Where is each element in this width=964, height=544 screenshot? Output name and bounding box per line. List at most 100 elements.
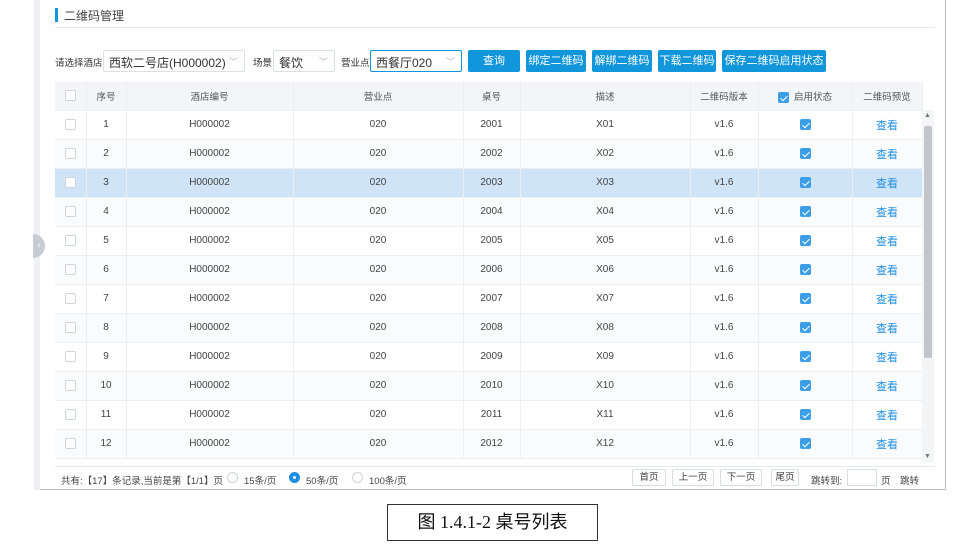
enabled-checkbox[interactable] [799, 379, 811, 391]
table-row[interactable]: 5 H000002 020 2005 X05 v1.6 查看 [55, 226, 923, 256]
jump-page-input[interactable] [847, 469, 877, 486]
status-cell[interactable] [758, 342, 853, 372]
table-row[interactable]: 3 H000002 020 2003 X03 v1.6 查看 [55, 168, 923, 198]
table-row[interactable]: 7 H000002 020 2007 X07 v1.6 查看 [55, 284, 923, 314]
row-select-cell[interactable] [55, 139, 87, 169]
page-size-radio-selected[interactable] [289, 472, 300, 483]
select-all-cell[interactable] [55, 82, 87, 111]
view-qrcode-link[interactable]: 查看 [876, 294, 898, 306]
status-cell[interactable] [758, 110, 853, 140]
page-size-option[interactable]: 100条/页 [369, 473, 407, 487]
table-row[interactable]: 11 H000002 020 2011 X11 v1.6 查看 [55, 400, 923, 430]
download-qrcode-button[interactable]: 下载二维码 [658, 50, 716, 72]
row-checkbox[interactable] [64, 205, 76, 217]
row-select-cell[interactable] [55, 284, 87, 314]
prev-page-button[interactable]: 上一页 [672, 469, 714, 486]
hotel-select[interactable]: 西软二号店(H000002) ﹀ [103, 50, 245, 72]
row-checkbox[interactable] [64, 321, 76, 333]
view-qrcode-link[interactable]: 查看 [876, 381, 898, 393]
enabled-checkbox[interactable] [799, 205, 811, 217]
row-checkbox[interactable] [64, 118, 76, 130]
table-row[interactable]: 8 H000002 020 2008 X08 v1.6 查看 [55, 313, 923, 343]
table-row[interactable]: 2 H000002 020 2002 X02 v1.6 查看 [55, 139, 923, 169]
row-select-cell[interactable] [55, 255, 87, 285]
row-checkbox[interactable] [64, 147, 76, 159]
enabled-checkbox[interactable] [799, 321, 811, 333]
row-select-cell[interactable] [55, 226, 87, 256]
status-cell[interactable] [758, 313, 853, 343]
status-cell[interactable] [758, 371, 853, 401]
bind-qrcode-button[interactable]: 绑定二维码 [526, 50, 586, 72]
view-qrcode-link[interactable]: 查看 [876, 323, 898, 335]
view-qrcode-link[interactable]: 查看 [876, 439, 898, 451]
row-checkbox[interactable] [64, 176, 76, 188]
table-scrollbar[interactable]: ▲ ▼ [922, 110, 934, 462]
row-checkbox[interactable] [64, 437, 76, 449]
row-select-cell[interactable] [55, 197, 87, 227]
status-all-checkbox[interactable] [777, 91, 789, 103]
page-size-option[interactable]: 15条/页 [244, 473, 276, 487]
enabled-checkbox[interactable] [799, 176, 811, 188]
row-checkbox[interactable] [64, 292, 76, 304]
status-cell[interactable] [758, 226, 853, 256]
enabled-checkbox[interactable] [799, 263, 811, 275]
save-qrcode-status-button[interactable]: 保存二维码启用状态 [722, 50, 826, 72]
status-cell[interactable] [758, 139, 853, 169]
view-qrcode-link[interactable]: 查看 [876, 352, 898, 364]
scrollbar-thumb[interactable] [924, 126, 932, 358]
row-select-cell[interactable] [55, 400, 87, 430]
view-qrcode-link[interactable]: 查看 [876, 236, 898, 248]
table-row[interactable]: 12 H000002 020 2012 X12 v1.6 查看 [55, 429, 923, 459]
scroll-down-icon[interactable]: ▼ [924, 453, 931, 460]
query-button[interactable]: 查询 [468, 50, 520, 72]
row-select-cell[interactable] [55, 371, 87, 401]
status-cell[interactable] [758, 400, 853, 430]
table-row[interactable]: 9 H000002 020 2009 X09 v1.6 查看 [55, 342, 923, 372]
status-cell[interactable] [758, 197, 853, 227]
enabled-checkbox[interactable] [799, 234, 811, 246]
scroll-up-icon[interactable]: ▲ [924, 112, 931, 119]
page-size-radio[interactable] [352, 472, 363, 483]
row-select-cell[interactable] [55, 110, 87, 140]
jump-button[interactable]: 跳转 [900, 473, 919, 487]
view-qrcode-link[interactable]: 查看 [876, 149, 898, 161]
row-select-cell[interactable] [55, 342, 87, 372]
description: X11 [520, 400, 691, 430]
page-size-option[interactable]: 50条/页 [306, 473, 338, 487]
row-select-cell[interactable] [55, 168, 87, 198]
table-row[interactable]: 4 H000002 020 2004 X04 v1.6 查看 [55, 197, 923, 227]
row-checkbox[interactable] [64, 379, 76, 391]
view-qrcode-link[interactable]: 查看 [876, 178, 898, 190]
row-checkbox[interactable] [64, 263, 76, 275]
enabled-checkbox[interactable] [799, 350, 811, 362]
row-checkbox[interactable] [64, 350, 76, 362]
row-checkbox[interactable] [64, 234, 76, 246]
table-row[interactable]: 10 H000002 020 2010 X10 v1.6 查看 [55, 371, 923, 401]
table-row[interactable]: 1 H000002 020 2001 X01 v1.6 查看 [55, 110, 923, 140]
enabled-checkbox[interactable] [799, 437, 811, 449]
enabled-checkbox[interactable] [799, 118, 811, 130]
status-cell[interactable] [758, 255, 853, 285]
status-cell[interactable] [758, 168, 853, 198]
view-qrcode-link[interactable]: 查看 [876, 120, 898, 132]
status-cell[interactable] [758, 429, 853, 459]
first-page-button[interactable]: 首页 [632, 469, 666, 486]
select-all-checkbox[interactable] [64, 90, 76, 102]
next-page-button[interactable]: 下一页 [720, 469, 762, 486]
enabled-checkbox[interactable] [799, 408, 811, 420]
status-cell[interactable] [758, 284, 853, 314]
row-select-cell[interactable] [55, 429, 87, 459]
enabled-checkbox[interactable] [799, 292, 811, 304]
outlet-select[interactable]: 西餐厅020 ﹀ [370, 50, 462, 72]
page-size-radio[interactable] [227, 472, 238, 483]
enabled-checkbox[interactable] [799, 147, 811, 159]
view-qrcode-link[interactable]: 查看 [876, 410, 898, 422]
view-qrcode-link[interactable]: 查看 [876, 207, 898, 219]
view-qrcode-link[interactable]: 查看 [876, 265, 898, 277]
last-page-button[interactable]: 尾页 [771, 469, 799, 486]
unbind-qrcode-button[interactable]: 解绑二维码 [592, 50, 652, 72]
row-select-cell[interactable] [55, 313, 87, 343]
scene-select[interactable]: 餐饮 ﹀ [273, 50, 335, 72]
table-row[interactable]: 6 H000002 020 2006 X06 v1.6 查看 [55, 255, 923, 285]
row-checkbox[interactable] [64, 408, 76, 420]
